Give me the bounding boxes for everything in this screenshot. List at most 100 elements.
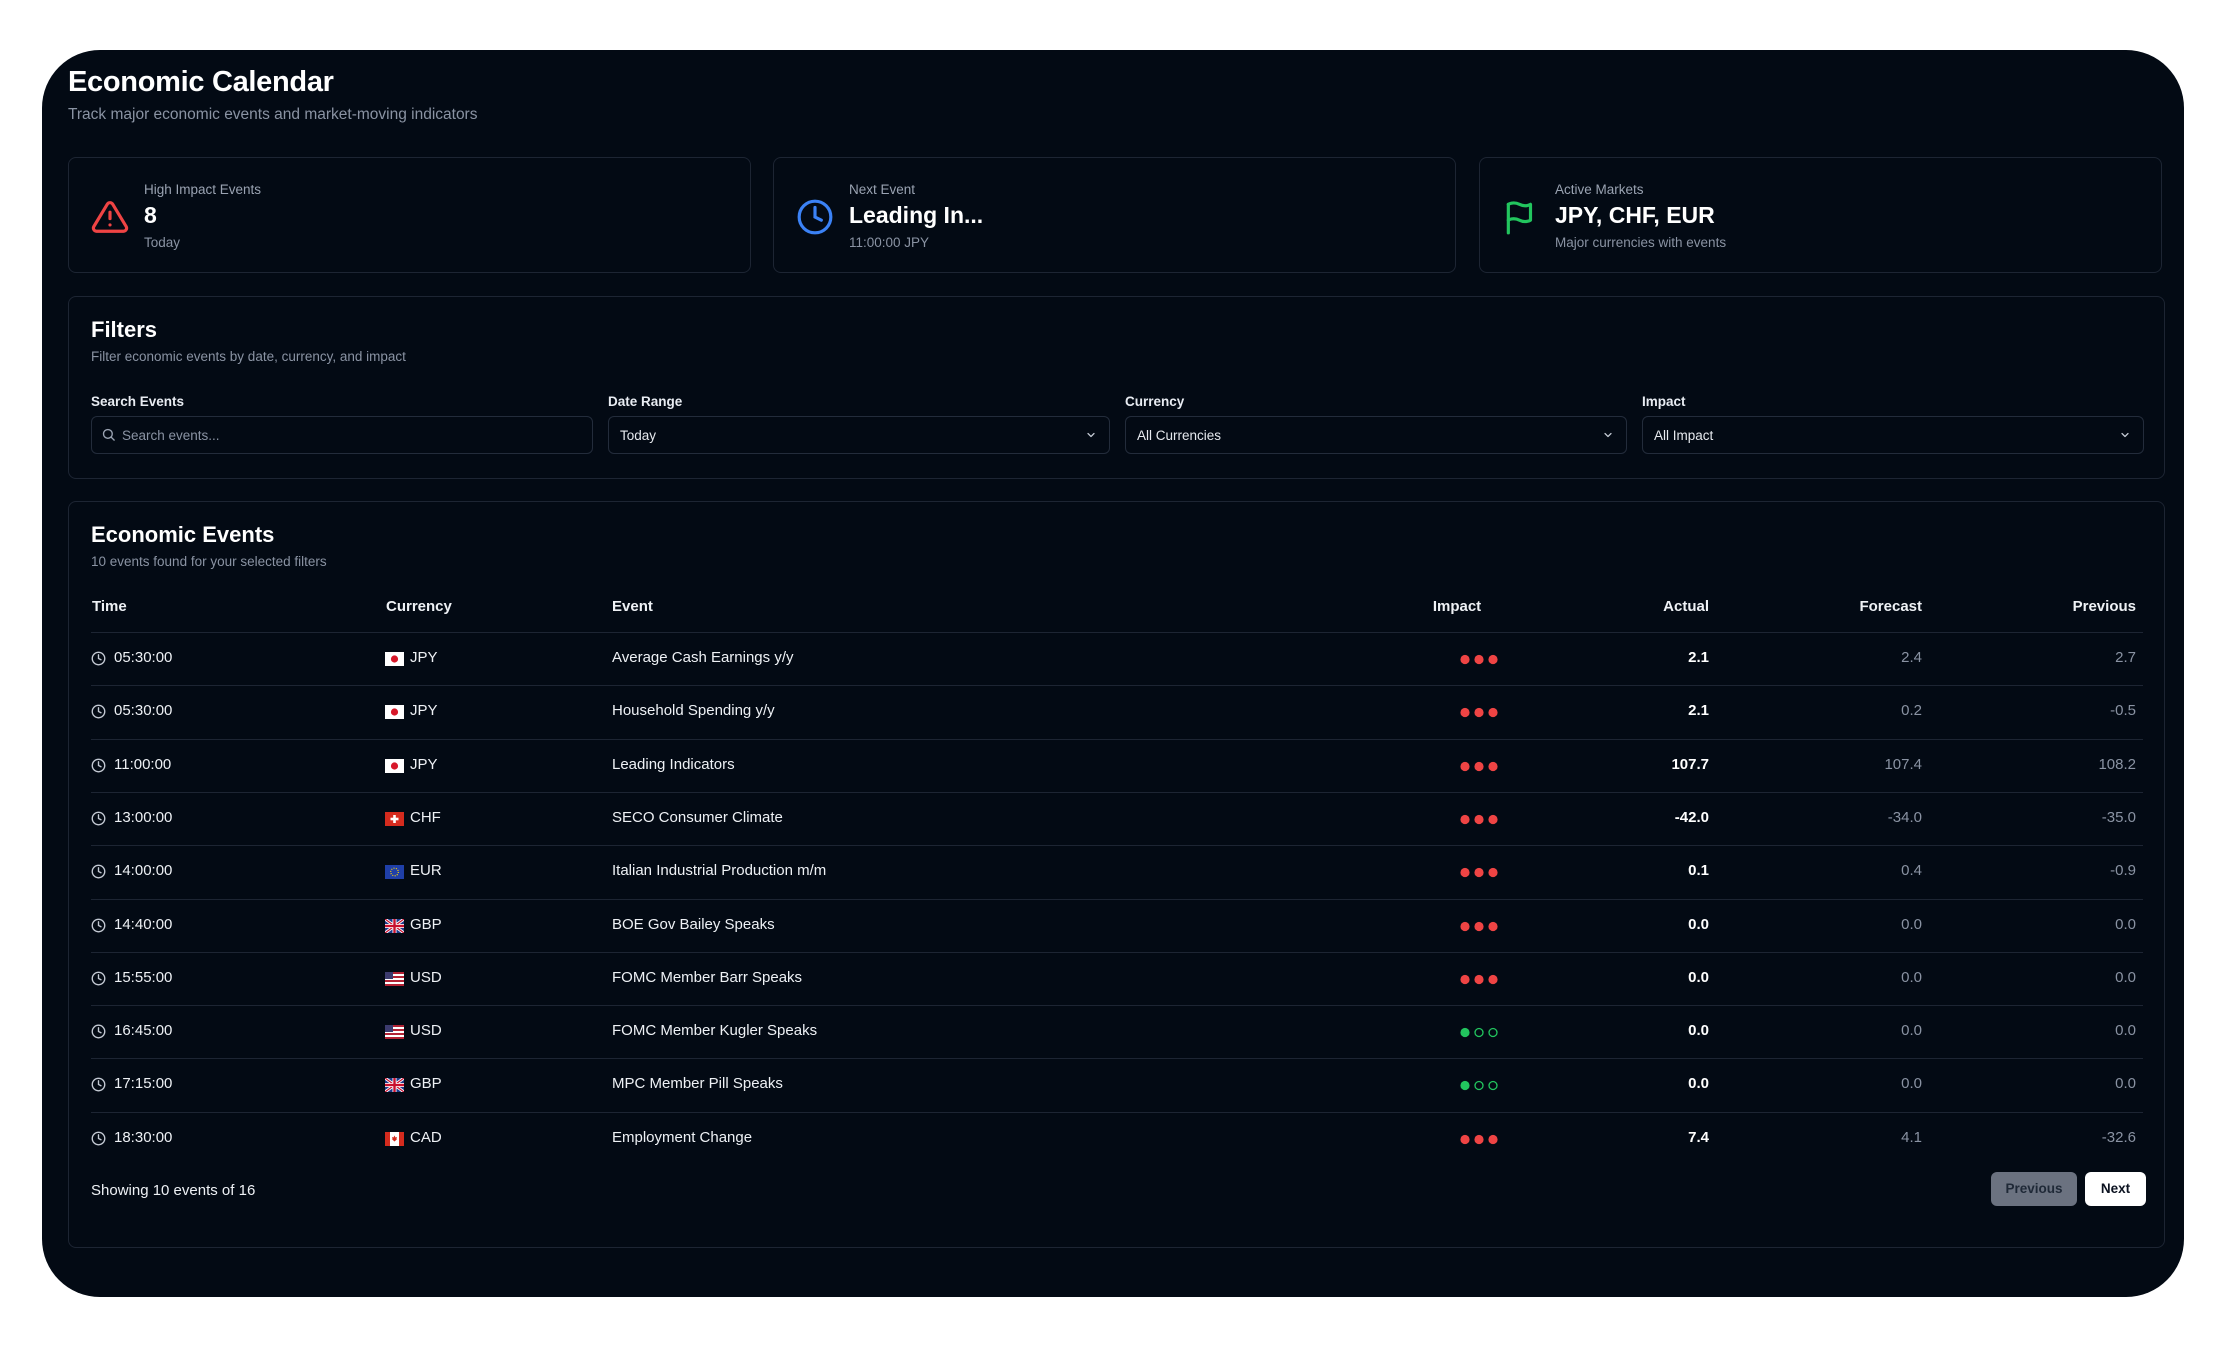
event-time: 14:00:00 bbox=[114, 862, 173, 880]
stat-sub: 11:00:00 JPY bbox=[849, 235, 930, 250]
column-header-time[interactable]: Time bbox=[92, 598, 127, 615]
table-row[interactable]: 14:40:00 GBP BOE Gov Bailey Speaks 0.0 0.0 0.… bbox=[91, 898, 2143, 952]
stat-sub: Major currencies with events bbox=[1555, 235, 1727, 250]
event-name: Leading Indicators bbox=[612, 755, 735, 773]
clock-icon bbox=[91, 1077, 106, 1092]
page-subtitle: Track major economic events and market-m… bbox=[68, 106, 478, 123]
flag-gb-icon bbox=[385, 918, 404, 933]
event-forecast: 0.0 bbox=[1901, 1022, 1922, 1040]
search-icon bbox=[102, 428, 115, 441]
event-actual: 0.1 bbox=[1688, 862, 1709, 880]
clock-icon bbox=[91, 1024, 106, 1039]
table-row[interactable]: 05:30:00 JPY Average Cash Earnings y/y 2.1 2… bbox=[91, 632, 2143, 685]
next-button[interactable]: Next bbox=[2085, 1172, 2146, 1206]
filters-title: Filters bbox=[91, 317, 158, 342]
column-header-event[interactable]: Event bbox=[612, 598, 653, 615]
event-previous: 0.0 bbox=[2115, 1075, 2136, 1093]
table-row[interactable]: 17:15:00 GBP MPC Member Pill Speaks 0.0 0.0 0… bbox=[91, 1058, 2143, 1111]
column-header-currency[interactable]: Currency bbox=[386, 598, 452, 615]
event-previous: -0.9 bbox=[2110, 862, 2136, 880]
stat-value: 8 bbox=[144, 202, 157, 228]
event-currency: CHF bbox=[410, 808, 441, 826]
economic-calendar-app: Economic Calendar Track major economic e… bbox=[42, 50, 2184, 1297]
table-row[interactable]: 15:55:00 USD FOMC Member Barr Speaks 0.0 0.0… bbox=[91, 951, 2143, 1005]
event-actual: 107.7 bbox=[1671, 755, 1709, 773]
event-forecast: 0.0 bbox=[1901, 1075, 1922, 1093]
column-header-impact[interactable]: Impact bbox=[1417, 598, 1497, 615]
events-title: Economic Events bbox=[91, 522, 275, 547]
impact-high-indicator bbox=[1460, 868, 1498, 878]
impact-high-indicator bbox=[1460, 814, 1498, 824]
impact-high-indicator bbox=[1460, 761, 1498, 771]
flag-eu-icon bbox=[385, 865, 404, 880]
event-currency: EUR bbox=[410, 862, 442, 880]
flag-jp-icon bbox=[385, 705, 404, 720]
column-header-forecast[interactable]: Forecast bbox=[1802, 598, 1922, 615]
date-range-select[interactable]: Today bbox=[608, 416, 1110, 454]
search-label: Search Events bbox=[91, 394, 185, 409]
impact-high-indicator bbox=[1460, 921, 1498, 931]
chevron-down-icon bbox=[1604, 432, 1612, 438]
impact-low-indicator bbox=[1460, 1081, 1498, 1091]
event-time: 17:15:00 bbox=[114, 1075, 173, 1093]
stat-card-high-impact: High Impact Events 8 Today bbox=[68, 157, 751, 273]
table-row[interactable]: 16:45:00 USD FOMC Member Kugler Speaks 0.0 0… bbox=[91, 1005, 2143, 1058]
event-forecast: 0.2 bbox=[1901, 702, 1922, 720]
event-forecast: 107.4 bbox=[1884, 755, 1922, 773]
event-actual: 0.0 bbox=[1688, 968, 1709, 986]
impact-label: Impact bbox=[1642, 394, 1686, 409]
event-forecast: 0.4 bbox=[1901, 862, 1922, 880]
clock-icon bbox=[91, 1131, 106, 1146]
event-time: 11:00:00 bbox=[114, 755, 172, 773]
impact-low-indicator bbox=[1460, 1027, 1498, 1038]
event-currency: USD bbox=[410, 1022, 442, 1040]
table-row[interactable]: 11:00:00 JPY Leading Indicators 107.7 107.4 1… bbox=[91, 738, 2143, 792]
stat-card-active-markets: Active Markets JPY, CHF, EUR Major curre… bbox=[1479, 157, 2162, 273]
event-name: Employment Change bbox=[612, 1128, 753, 1146]
event-currency: CAD bbox=[410, 1128, 442, 1146]
table-row[interactable]: 13:00:00 CHF SECO Consumer Climate -42.0 -34… bbox=[91, 791, 2143, 845]
event-currency: USD bbox=[410, 968, 442, 986]
search-input[interactable]: Search events... bbox=[91, 416, 593, 454]
flag-us-icon bbox=[385, 971, 404, 986]
event-time: 18:30:00 bbox=[114, 1128, 173, 1146]
clock-icon bbox=[91, 704, 106, 719]
event-previous: 108.2 bbox=[2098, 755, 2136, 773]
impact-high-indicator bbox=[1460, 708, 1498, 718]
table-row[interactable]: 18:30:00 CAD Employment Change 7.4 4.1 -32.6 bbox=[91, 1111, 2143, 1165]
stat-card-next-event: Next Event Leading In... 11:00:00 JPY bbox=[773, 157, 1456, 273]
stat-sub: Today bbox=[144, 235, 181, 250]
currency-select[interactable]: All Currencies bbox=[1125, 416, 1627, 454]
event-name: FOMC Member Barr Speaks bbox=[612, 968, 803, 986]
event-name: SECO Consumer Climate bbox=[612, 808, 783, 826]
clock-icon bbox=[91, 918, 106, 932]
event-previous: 0.0 bbox=[2115, 1022, 2136, 1040]
event-actual: 2.1 bbox=[1688, 649, 1709, 666]
filters-panel: Filters Filter economic events by date, … bbox=[68, 296, 2165, 479]
table-row[interactable]: 05:30:00 JPY Household Spending y/y 2.1 0.2 -… bbox=[91, 685, 2143, 738]
event-actual: -42.0 bbox=[1674, 808, 1709, 826]
event-time: 15:55:00 bbox=[114, 968, 173, 986]
clock-icon bbox=[91, 811, 106, 826]
event-name: MPC Member Pill Speaks bbox=[612, 1075, 783, 1093]
event-actual: 2.1 bbox=[1688, 702, 1709, 720]
column-header-previous[interactable]: Previous bbox=[2016, 598, 2136, 615]
flag-jp-icon bbox=[385, 652, 404, 666]
event-forecast: 0.0 bbox=[1901, 915, 1922, 933]
currency-value: All Currencies bbox=[1137, 428, 1222, 443]
event-time: 05:30:00 bbox=[114, 649, 173, 666]
impact-value: All Impact bbox=[1654, 428, 1714, 443]
chevron-down-icon bbox=[1087, 432, 1095, 438]
event-forecast: 4.1 bbox=[1901, 1128, 1922, 1146]
impact-select[interactable]: All Impact bbox=[1642, 416, 2144, 454]
column-header-actual[interactable]: Actual bbox=[1589, 598, 1709, 615]
event-currency: GBP bbox=[410, 1075, 442, 1093]
stat-label: Next Event bbox=[849, 182, 916, 197]
event-previous: -32.6 bbox=[2101, 1128, 2136, 1146]
event-currency: GBP bbox=[410, 915, 442, 933]
previous-button[interactable]: Previous bbox=[1991, 1172, 2077, 1206]
table-row[interactable]: 14:00:00 EUR Italian Industrial Production… bbox=[91, 845, 2143, 898]
events-subtitle: 10 events found for your selected filter… bbox=[91, 554, 327, 569]
event-actual: 0.0 bbox=[1688, 915, 1709, 933]
date-range-label: Date Range bbox=[608, 394, 683, 409]
